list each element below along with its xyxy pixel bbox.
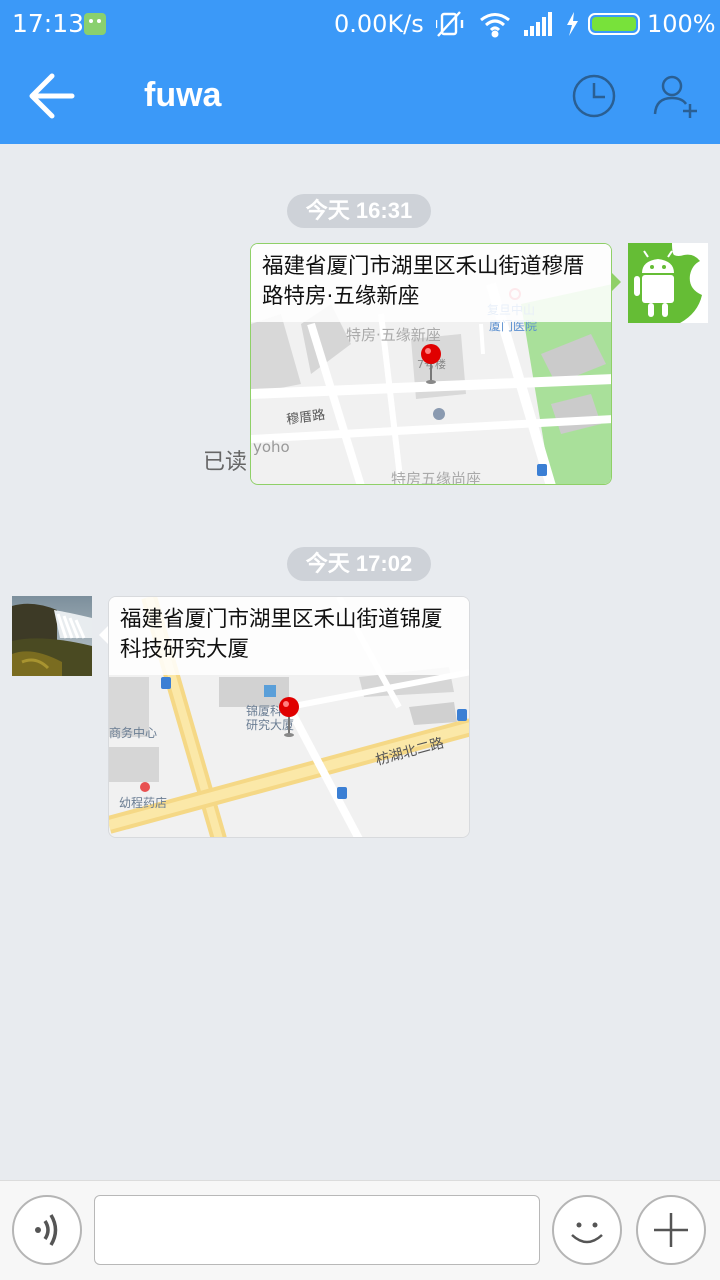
avatar[interactable] [628, 243, 708, 323]
clock-icon[interactable] [570, 72, 618, 120]
voice-button[interactable] [12, 1195, 82, 1265]
map-label-commerce: 商务中心 [109, 725, 157, 740]
emoji-icon [571, 1222, 603, 1244]
waterfall-photo [12, 596, 92, 676]
map-label-building2: 特房五缘尚座 [391, 470, 481, 485]
back-arrow-icon[interactable] [24, 70, 80, 122]
bubble-tail [611, 272, 621, 292]
status-time: 17:13 [12, 9, 85, 38]
status-icons [436, 11, 578, 38]
battery-percent: 100% [647, 10, 716, 38]
time-divider: 今天 16:31 [287, 194, 431, 228]
emoji-button[interactable] [552, 1195, 622, 1265]
page-title: fuwa [144, 76, 222, 114]
map-label-building: 特房·五缘新座 [346, 326, 441, 344]
vibrate-off-icon [436, 11, 464, 37]
android-apple-logo-icon [628, 243, 708, 323]
location-message-bubble[interactable]: 特房·五缘新座 复旦中山 厦门医院 穆厝路 yoho 特房五缘尚座 7号楼 福建… [250, 243, 612, 485]
wifi-icon [480, 13, 510, 38]
input-bar [0, 1180, 720, 1280]
network-speed: 0.00K/s [334, 10, 424, 38]
time-divider: 今天 17:02 [287, 547, 431, 581]
map-label-shop: yoho [253, 438, 290, 456]
read-status: 已读 [203, 450, 248, 475]
status-bar: 17:13 0.00K/s 100% [0, 0, 720, 48]
location-message-bubble[interactable]: 锦厦科 研究大厦 商务中心 幼程药店 枋湖北二路 福建省厦门市湖里区禾山街道锦厦… [108, 596, 470, 838]
svg-text:研究大厦: 研究大厦 [246, 717, 294, 732]
charging-icon [567, 12, 578, 36]
bubble-tail [99, 626, 108, 644]
message-input[interactable] [94, 1195, 540, 1265]
add-user-icon[interactable] [652, 72, 700, 120]
location-address: 福建省厦门市湖里区禾山街道锦厦科技研究大厦 [109, 597, 469, 675]
map-label-pharmacy: 幼程药店 [119, 795, 167, 810]
battery-icon [588, 13, 640, 35]
plus-icon [654, 1213, 688, 1247]
voice-icon [35, 1214, 58, 1246]
location-address: 福建省厦门市湖里区禾山街道穆厝路特房·五缘新座 [251, 244, 611, 322]
avatar[interactable] [12, 596, 92, 676]
signal-icon [524, 12, 552, 36]
svg-text:锦厦科: 锦厦科 [246, 704, 282, 718]
more-button[interactable] [636, 1195, 706, 1265]
title-bar: fuwa [0, 48, 720, 144]
app-notification-icon [84, 13, 106, 35]
